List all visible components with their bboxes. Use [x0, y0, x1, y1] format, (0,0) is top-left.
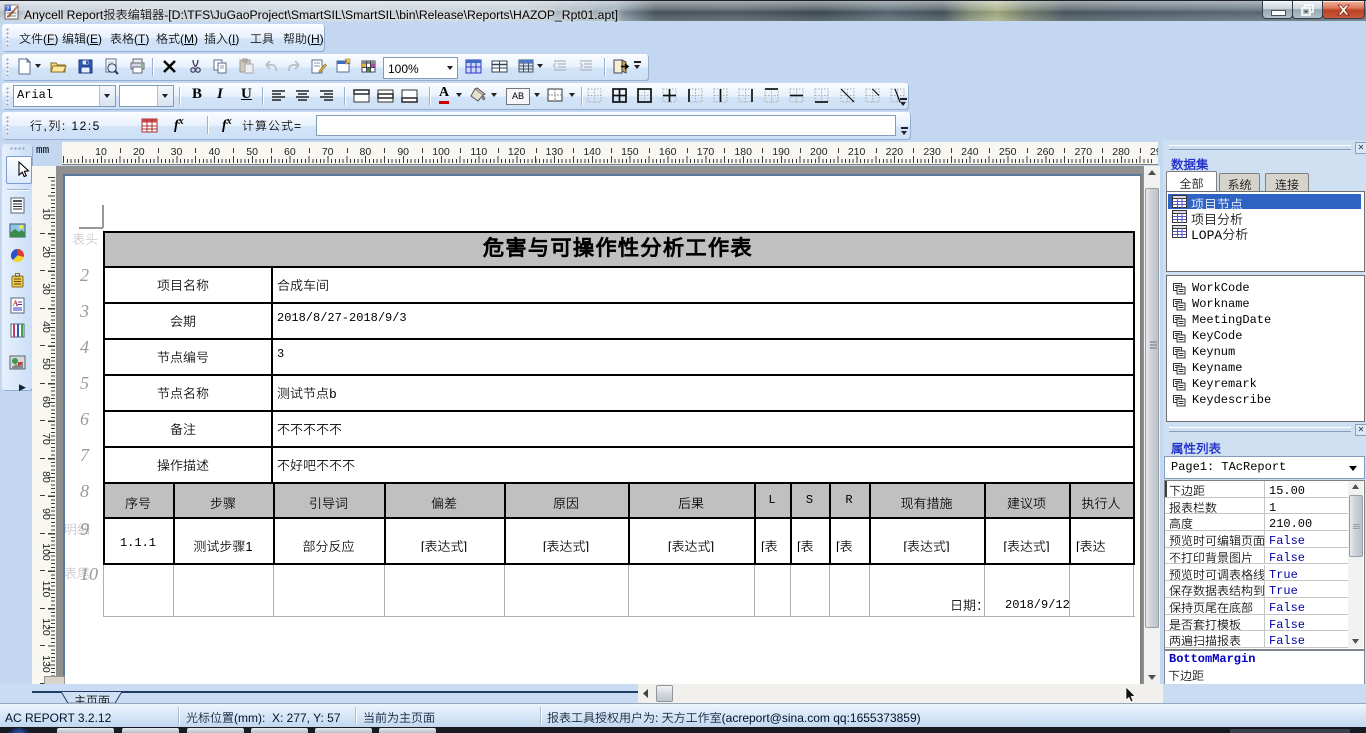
svg-text:?: ?: [6, 7, 10, 13]
svg-text:A: A: [13, 299, 19, 308]
